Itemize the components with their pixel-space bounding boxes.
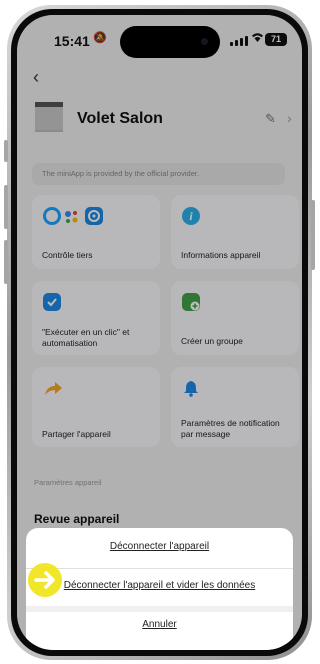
- disconnect-wipe-button[interactable]: Déconnecter l'appareil et vider les donn…: [26, 580, 293, 591]
- volume-up-button: [4, 185, 8, 229]
- highlight-arrow-icon: [28, 563, 62, 597]
- screen: 15:41 🔕 71 ‹ Volet Salon ✎ › The miniApp…: [17, 15, 302, 650]
- disconnect-button[interactable]: Déconnecter l'appareil: [26, 541, 293, 552]
- cancel-button[interactable]: Annuler: [26, 619, 293, 630]
- mute-switch: [4, 140, 8, 162]
- action-sheet: Déconnecter l'appareil Déconnecter l'app…: [26, 528, 293, 650]
- divider: [26, 568, 293, 569]
- sheet-separator: [26, 606, 293, 612]
- power-button: [311, 200, 315, 270]
- volume-down-button: [4, 240, 8, 284]
